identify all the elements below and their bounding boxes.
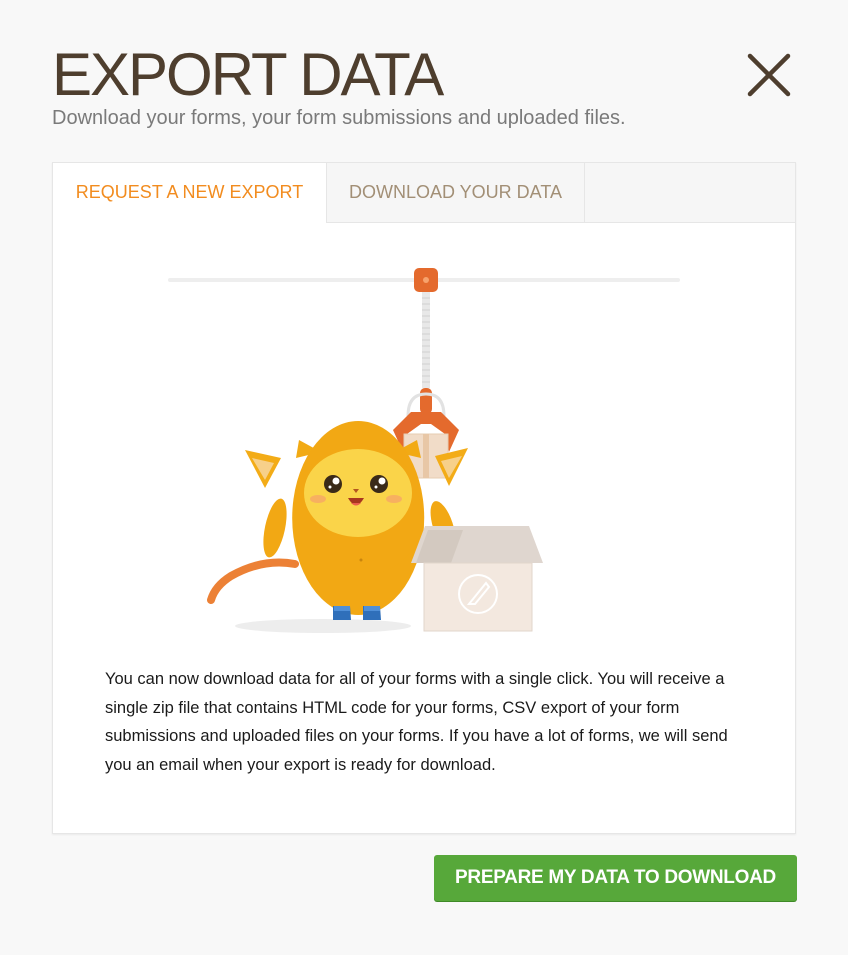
page-title: EXPORT DATA bbox=[52, 41, 444, 108]
export-illustration bbox=[168, 268, 680, 633]
open-box bbox=[411, 526, 543, 632]
export-description: You can now download data for all of you… bbox=[105, 670, 728, 774]
close-icon bbox=[747, 53, 791, 97]
export-data-page: EXPORT DATA Download your forms, your fo… bbox=[0, 0, 848, 955]
tab-download-your-data[interactable]: DOWNLOAD YOUR DATA bbox=[327, 163, 585, 222]
page-subtitle: Download your forms, your form submissio… bbox=[52, 107, 626, 129]
tab-bar: REQUEST A NEW EXPORT DOWNLOAD YOUR DATA bbox=[53, 163, 795, 223]
close-button[interactable] bbox=[744, 50, 794, 100]
export-panel: REQUEST A NEW EXPORT DOWNLOAD YOUR DATA bbox=[52, 162, 796, 834]
tab-request-new-export[interactable]: REQUEST A NEW EXPORT bbox=[53, 163, 327, 223]
claw-spring bbox=[422, 292, 430, 388]
prepare-data-button[interactable]: PREPARE MY DATA TO DOWNLOAD bbox=[434, 855, 797, 901]
